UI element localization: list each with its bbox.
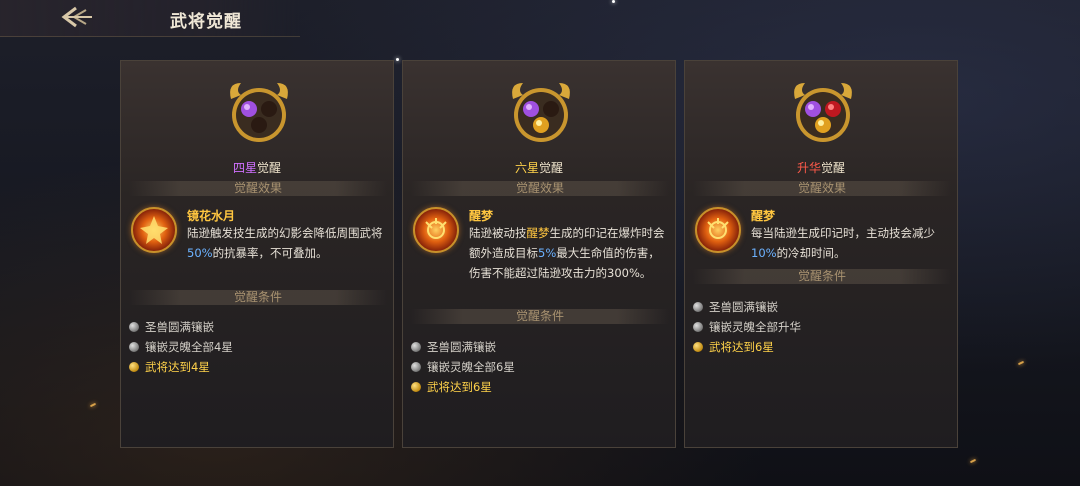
skill-description: 陆逊触发技生成的幻影会降低周围武将 50%的抗暴率，不可叠加。 xyxy=(187,223,387,263)
condition-section-header: 觉醒条件 xyxy=(693,269,951,284)
condition-list: 圣兽圆满镶嵌 镶嵌灵魄全部4星 武将达到4星 xyxy=(129,317,379,377)
status-dot-icon xyxy=(693,322,703,332)
skill-name: 醒梦 xyxy=(751,209,776,223)
condition-text: 武将达到6星 xyxy=(709,340,774,354)
desc-text: 陆逊被动技 xyxy=(469,226,527,240)
skill-icon xyxy=(131,207,177,253)
awakening-card-four-star: 四星觉醒 觉醒效果 镜花水月 陆逊触发技生成的幻影会降低周围武将 50%的抗暴率，… xyxy=(120,60,394,448)
desc-keyword: 醒梦 xyxy=(526,226,550,240)
desc-text: 的冷却时间。 xyxy=(776,246,846,260)
condition-item: 武将达到6星 xyxy=(693,337,943,357)
status-dot-icon xyxy=(129,362,139,372)
sparkle-decoration xyxy=(612,0,615,3)
status-dot-icon xyxy=(129,342,139,352)
status-dot-icon xyxy=(411,362,421,372)
card-title-highlight: 升华 xyxy=(796,161,821,175)
status-dot-icon xyxy=(693,302,703,312)
card-title-highlight: 四星 xyxy=(232,161,257,175)
condition-list: 圣兽圆满镶嵌 镶嵌灵魄全部升华 武将达到6星 xyxy=(693,297,943,357)
condition-section-header: 觉醒条件 xyxy=(129,290,387,305)
back-arrow-icon[interactable] xyxy=(58,5,98,29)
awakening-card-six-star: 六星觉醒 觉醒效果 醒梦 陆逊被动技醒梦生成的印记在爆炸时会额外造成目标5%最大… xyxy=(402,60,676,448)
card-title-suffix: 觉醒 xyxy=(821,161,846,175)
ember-decoration xyxy=(969,458,977,464)
status-dot-icon xyxy=(693,342,703,352)
card-title: 升华觉醒 xyxy=(685,159,957,176)
awakening-emblem-icon xyxy=(794,83,852,142)
condition-item: 圣兽圆满镶嵌 xyxy=(411,337,661,357)
condition-item: 镶嵌灵魄全部6星 xyxy=(411,357,661,377)
ember-decoration xyxy=(1017,360,1025,366)
status-dot-icon xyxy=(411,382,421,392)
desc-value: 5% xyxy=(538,246,557,260)
sparkle-decoration xyxy=(396,58,399,61)
page-title: 武将觉醒 xyxy=(170,12,242,32)
skill-name: 镜花水月 xyxy=(187,209,236,223)
condition-text: 圣兽圆满镶嵌 xyxy=(427,340,496,354)
top-bar: 武将觉醒 xyxy=(0,0,300,37)
condition-section-header: 觉醒条件 xyxy=(411,309,669,324)
effect-section-header: 觉醒效果 xyxy=(693,181,951,196)
condition-text: 镶嵌灵魄全部升华 xyxy=(709,320,801,334)
desc-text: 的抗暴率，不可叠加。 xyxy=(212,246,328,260)
effect-section-header: 觉醒效果 xyxy=(129,181,387,196)
condition-text: 圣兽圆满镶嵌 xyxy=(145,320,214,334)
desc-text: 陆逊触发技生成的幻影会降低周围武将 xyxy=(187,226,383,240)
desc-text: 每当陆逊生成印记时，主动技会减少 xyxy=(751,226,935,240)
awakening-emblem-icon xyxy=(512,83,570,142)
skill-icon xyxy=(695,207,741,253)
condition-text: 镶嵌灵魄全部4星 xyxy=(145,340,233,354)
status-dot-icon xyxy=(129,322,139,332)
condition-item: 武将达到6星 xyxy=(411,377,661,397)
condition-item: 圣兽圆满镶嵌 xyxy=(693,297,943,317)
effect-section-header: 觉醒效果 xyxy=(411,181,669,196)
desc-value: 50% xyxy=(187,246,213,260)
condition-item: 武将达到4星 xyxy=(129,357,379,377)
status-dot-icon xyxy=(411,342,421,352)
condition-text: 武将达到4星 xyxy=(145,360,210,374)
card-title-suffix: 觉醒 xyxy=(257,161,282,175)
awakening-card-sublimation: 升华觉醒 觉醒效果 醒梦 每当陆逊生成印记时，主动技会减少 10%的冷却时间。 觉… xyxy=(684,60,958,448)
condition-list: 圣兽圆满镶嵌 镶嵌灵魄全部6星 武将达到6星 xyxy=(411,337,661,397)
skill-description: 每当陆逊生成印记时，主动技会减少 10%的冷却时间。 xyxy=(751,223,951,263)
skill-icon xyxy=(413,207,459,253)
condition-item: 圣兽圆满镶嵌 xyxy=(129,317,379,337)
condition-item: 镶嵌灵魄全部升华 xyxy=(693,317,943,337)
condition-text: 圣兽圆满镶嵌 xyxy=(709,300,778,314)
condition-item: 镶嵌灵魄全部4星 xyxy=(129,337,379,357)
condition-text: 武将达到6星 xyxy=(427,380,492,394)
ember-decoration xyxy=(89,402,97,408)
condition-text: 镶嵌灵魄全部6星 xyxy=(427,360,515,374)
awakening-emblem-icon xyxy=(230,83,288,142)
skill-name: 醒梦 xyxy=(469,209,494,223)
card-title-highlight: 六星 xyxy=(514,161,539,175)
card-title-suffix: 觉醒 xyxy=(539,161,564,175)
card-title: 六星觉醒 xyxy=(403,159,675,176)
skill-description: 陆逊被动技醒梦生成的印记在爆炸时会额外造成目标5%最大生命值的伤害，伤害不能超过… xyxy=(469,223,669,283)
card-title: 四星觉醒 xyxy=(121,159,393,176)
desc-value: 10% xyxy=(751,246,777,260)
